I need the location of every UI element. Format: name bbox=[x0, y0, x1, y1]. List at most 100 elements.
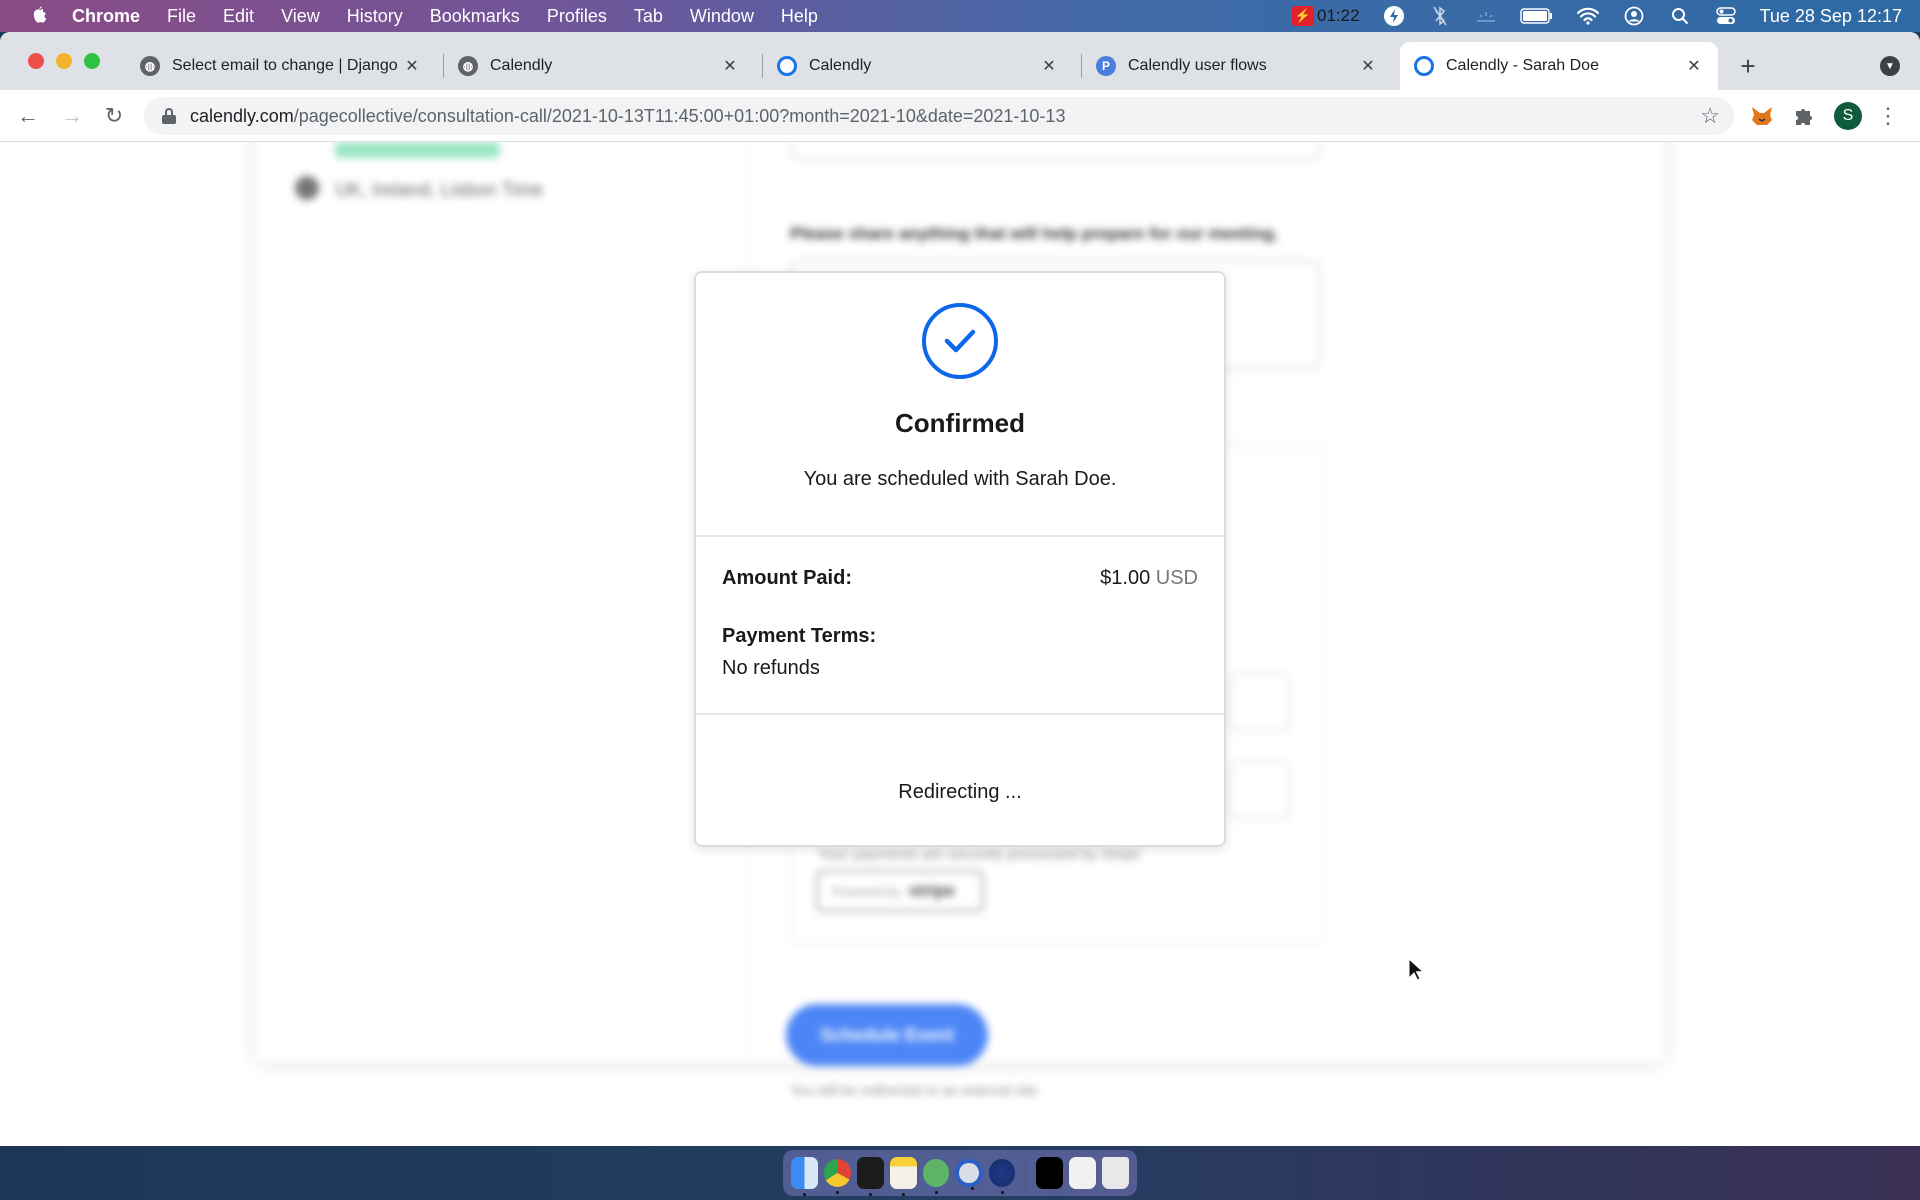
tab-title: Calendly bbox=[490, 57, 553, 74]
dock-notes-icon[interactable] bbox=[889, 1157, 917, 1196]
forward-button[interactable]: → bbox=[58, 102, 86, 130]
brightness-icon[interactable] bbox=[1474, 4, 1498, 28]
menu-bar-clock[interactable]: Tue 28 Sep 12:17 bbox=[1760, 6, 1902, 27]
menu-history[interactable]: History bbox=[347, 6, 403, 27]
dock-atom-icon[interactable] bbox=[922, 1159, 950, 1194]
dialog-header: Confirmed You are scheduled with Sarah D… bbox=[696, 273, 1224, 537]
menu-view[interactable]: View bbox=[281, 6, 320, 27]
url-host: calendly.com bbox=[190, 105, 294, 126]
dock-reeder-icon[interactable] bbox=[988, 1159, 1016, 1194]
close-tab-icon[interactable]: ✕ bbox=[1684, 56, 1704, 76]
bolt-icon[interactable] bbox=[1382, 4, 1406, 28]
timezone-label: UK, Ireland, Lisbon Time bbox=[335, 180, 544, 201]
form-input[interactable] bbox=[790, 142, 1320, 160]
minimize-window-button[interactable] bbox=[56, 53, 72, 69]
amount-paid-value: $1.00 USD bbox=[1100, 567, 1198, 590]
tab-title: Calendly - Sarah Doe bbox=[1446, 57, 1599, 74]
extensions-puzzle-icon[interactable] bbox=[1790, 102, 1818, 130]
tab-title: Select email to change | Django bbox=[172, 57, 398, 74]
notes-label: Please share anything that will help pre… bbox=[790, 224, 1279, 243]
tab-calendly-user-flows[interactable]: P Calendly user flows ✕ bbox=[1082, 42, 1392, 90]
menu-profiles[interactable]: Profiles bbox=[547, 6, 607, 27]
metamask-extension-icon[interactable] bbox=[1748, 102, 1776, 130]
wifi-icon[interactable] bbox=[1576, 4, 1600, 28]
redirect-note: You will be redirected to an external si… bbox=[790, 1082, 1041, 1098]
bookmark-star-icon[interactable]: ☆ bbox=[1700, 103, 1720, 129]
zoom-window-button[interactable] bbox=[84, 53, 100, 69]
menu-app-chrome[interactable]: Chrome bbox=[72, 6, 140, 27]
calendly-icon bbox=[777, 56, 797, 76]
chrome-menu-icon[interactable]: ⋮ bbox=[1877, 102, 1899, 130]
menu-help[interactable]: Help bbox=[781, 6, 818, 27]
tab-django-admin[interactable]: ◍ Select email to change | Django ✕ bbox=[126, 42, 436, 90]
powered-by-label: Powered by bbox=[832, 883, 901, 899]
dialog-title: Confirmed bbox=[895, 408, 1025, 438]
dock-separator bbox=[1025, 1156, 1027, 1190]
page-viewport: UK, Ireland, Lisbon Time Please share an… bbox=[0, 142, 1920, 1146]
tab-title: Calendly bbox=[809, 57, 872, 74]
dock-finder-icon[interactable] bbox=[791, 1157, 818, 1196]
profile-avatar[interactable]: S bbox=[1834, 102, 1862, 130]
battery-icon[interactable] bbox=[1519, 4, 1554, 28]
menu-window[interactable]: Window bbox=[690, 6, 754, 27]
screen-recording-icon: ⚡ bbox=[1292, 6, 1314, 26]
dock-preview-icon[interactable] bbox=[1069, 1157, 1097, 1189]
tab-strip: ◍ Select email to change | Django ✕ ◍ Ca… bbox=[0, 32, 1920, 90]
spotlight-search-icon[interactable] bbox=[1668, 4, 1692, 28]
redirecting-status: Redirecting ... bbox=[898, 781, 1022, 803]
schedule-event-button[interactable]: Schedule Event bbox=[786, 1004, 988, 1066]
selected-date bbox=[335, 142, 500, 158]
tab-calendly-1[interactable]: ◍ Calendly ✕ bbox=[444, 42, 754, 90]
mouse-cursor-icon bbox=[1408, 957, 1425, 982]
lock-icon[interactable] bbox=[162, 108, 176, 124]
calendly-icon bbox=[1414, 56, 1434, 76]
close-tab-icon[interactable]: ✕ bbox=[1358, 56, 1378, 76]
browser-toolbar: ← → ↻ calendly.com/pagecollective/consul… bbox=[0, 90, 1920, 142]
dialog-subtitle: You are scheduled with Sarah Doe. bbox=[803, 468, 1117, 490]
close-tab-icon[interactable]: ✕ bbox=[402, 56, 422, 76]
card-field[interactable] bbox=[1230, 760, 1290, 820]
amount-currency: USD bbox=[1155, 567, 1198, 589]
macos-menu-bar: Chrome File Edit View History Bookmarks … bbox=[0, 0, 1920, 32]
control-center-icon[interactable] bbox=[1714, 4, 1738, 28]
macos-dock bbox=[783, 1150, 1137, 1196]
check-circle-icon bbox=[922, 303, 998, 379]
payment-summary: Amount Paid: $1.00 USD Payment Terms: No… bbox=[696, 537, 1224, 715]
card-field[interactable] bbox=[1230, 672, 1290, 732]
address-bar[interactable]: calendly.com/pagecollective/consultation… bbox=[144, 97, 1734, 135]
dock-chrome-icon[interactable] bbox=[823, 1159, 851, 1194]
tab-calendly-sarah-doe[interactable]: Calendly - Sarah Doe ✕ bbox=[1400, 42, 1718, 90]
bluetooth-off-icon[interactable] bbox=[1428, 4, 1452, 28]
menu-file[interactable]: File bbox=[167, 6, 196, 27]
tab-calendly-2[interactable]: Calendly ✕ bbox=[763, 42, 1073, 90]
url-text[interactable]: calendly.com/pagecollective/consultation… bbox=[190, 106, 1065, 127]
tab-title: Calendly user flows bbox=[1128, 57, 1267, 74]
new-tab-button[interactable]: + bbox=[1734, 51, 1762, 81]
menu-edit[interactable]: Edit bbox=[223, 6, 254, 27]
tab-search-button[interactable]: ▼ bbox=[1880, 56, 1900, 76]
reload-button[interactable]: ↻ bbox=[100, 102, 128, 130]
dock-trash-icon[interactable] bbox=[1102, 1157, 1130, 1189]
recording-time: 01:22 bbox=[1317, 6, 1360, 25]
window-controls bbox=[28, 53, 100, 69]
close-tab-icon[interactable]: ✕ bbox=[1039, 56, 1059, 76]
menu-bookmarks[interactable]: Bookmarks bbox=[430, 6, 520, 27]
url-path: /pagecollective/consultation-call/2021-1… bbox=[293, 105, 1066, 126]
stripe-logo: stripe bbox=[908, 881, 955, 900]
user-icon[interactable] bbox=[1622, 4, 1646, 28]
close-window-button[interactable] bbox=[28, 53, 44, 69]
apple-menu-icon[interactable] bbox=[26, 3, 52, 29]
stripe-note: Your payments are securely processed by … bbox=[818, 846, 1141, 863]
amount-paid-label: Amount Paid: bbox=[722, 567, 852, 589]
menu-tab[interactable]: Tab bbox=[634, 6, 663, 27]
globe-icon: ◍ bbox=[140, 56, 160, 76]
close-tab-icon[interactable]: ✕ bbox=[720, 56, 740, 76]
dock-1password-icon[interactable] bbox=[955, 1159, 983, 1190]
powered-by-stripe-badge[interactable]: Powered by stripe bbox=[816, 870, 984, 912]
back-button[interactable]: ← bbox=[14, 102, 42, 130]
amount-value: $1.00 bbox=[1100, 567, 1151, 589]
payment-terms-value: No refunds bbox=[722, 657, 820, 679]
dock-screenshot-folder-icon[interactable] bbox=[1036, 1157, 1064, 1189]
screen-recording-indicator[interactable]: ⚡ 01:22 bbox=[1292, 6, 1360, 26]
dock-terminal-icon[interactable] bbox=[856, 1157, 884, 1196]
